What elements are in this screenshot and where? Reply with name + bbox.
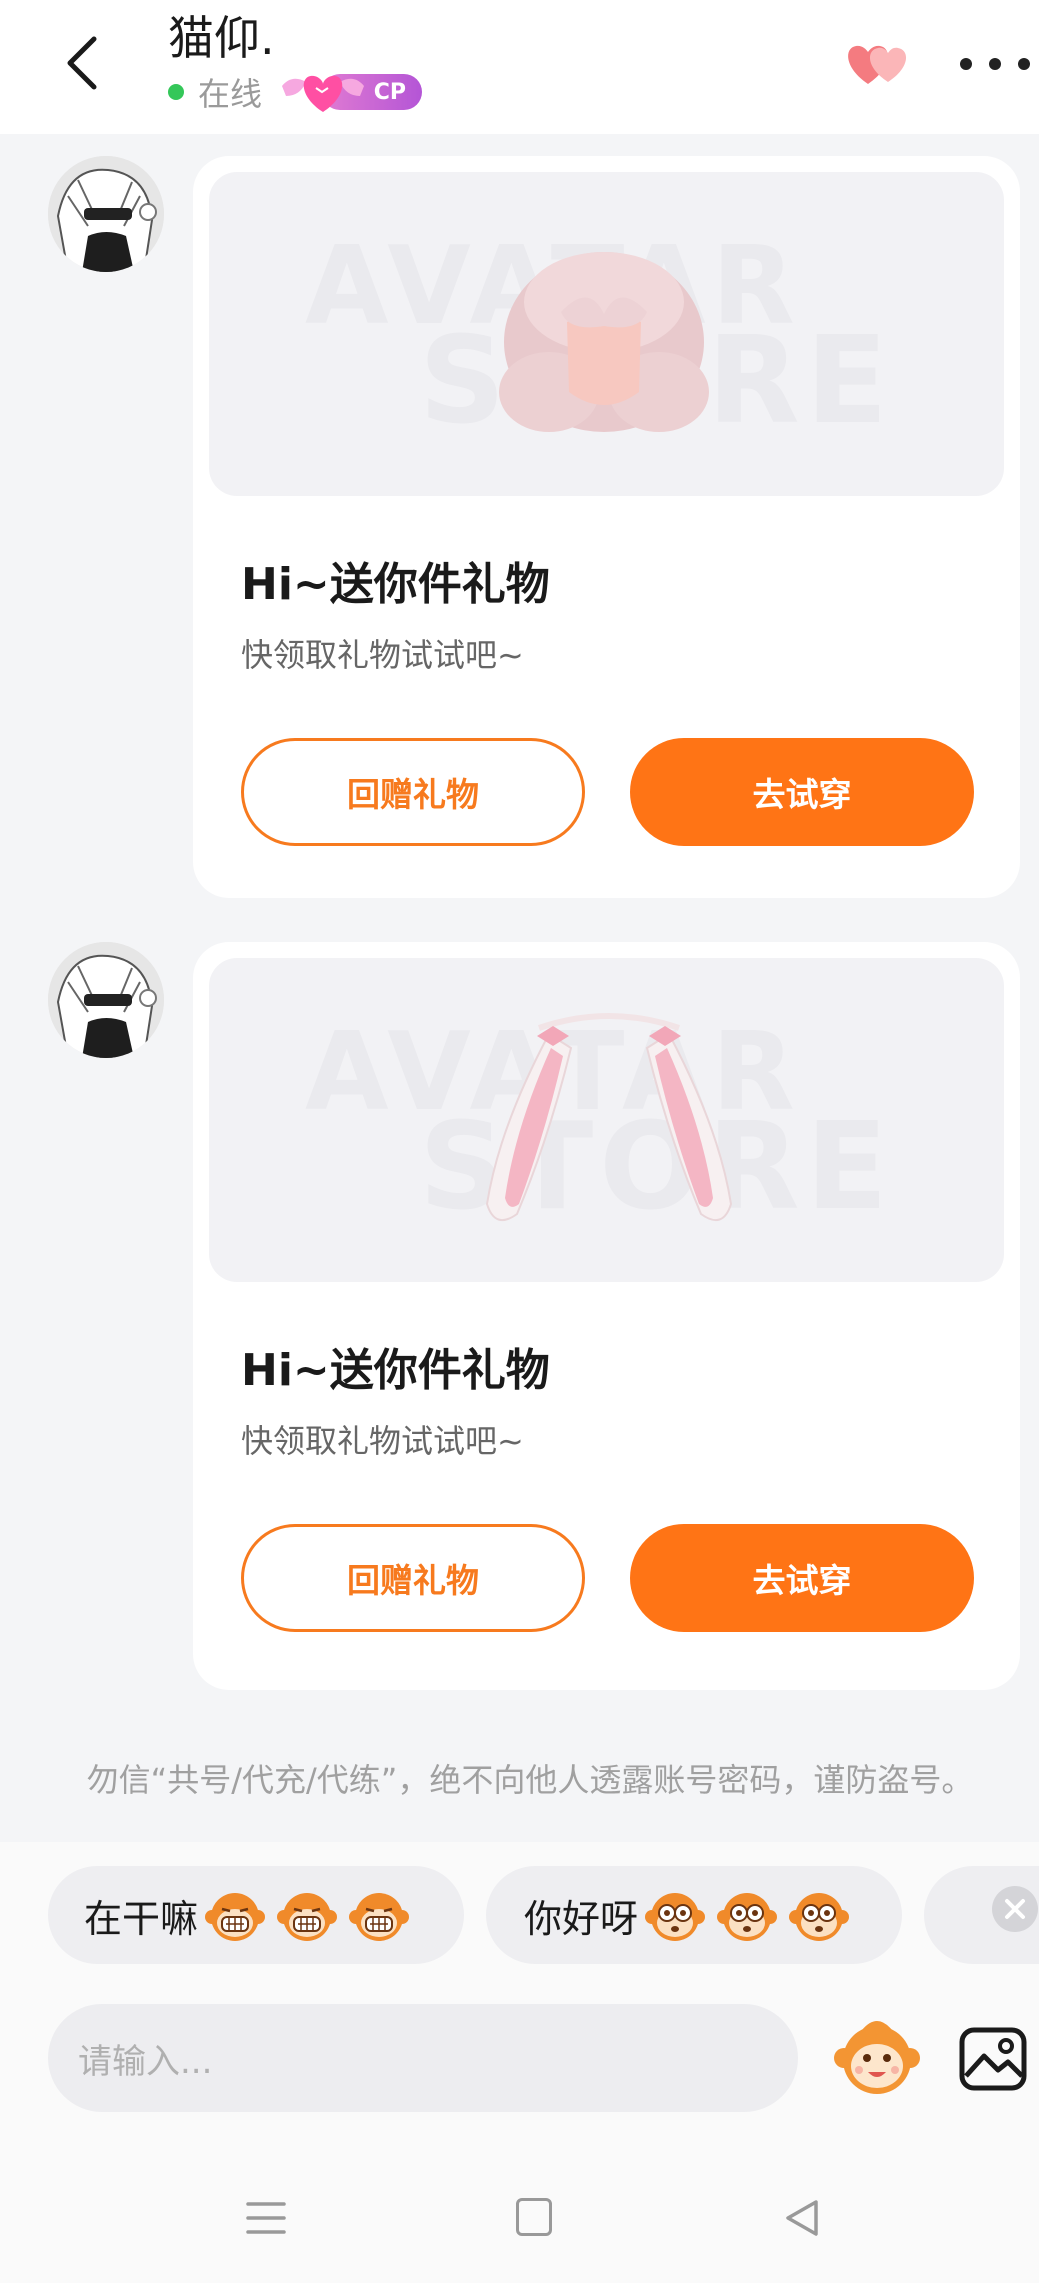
more-options-button[interactable] — [960, 44, 1030, 84]
cp-badge[interactable]: CP — [278, 70, 424, 114]
hearts-icon[interactable] — [838, 34, 918, 94]
anime-avatar-image — [48, 942, 164, 1058]
more-dot-icon — [989, 58, 1001, 70]
more-dot-icon — [1018, 58, 1030, 70]
back-button[interactable] — [52, 28, 112, 98]
gift-subtitle: 快领取礼物试试吧~ — [241, 1422, 524, 1460]
gift-preview[interactable]: AVATAR STORE — [209, 172, 1004, 496]
try-on-button[interactable]: 去试穿 — [630, 1524, 974, 1632]
image-icon[interactable] — [958, 2026, 1028, 2092]
gift-title: Hi~送你件礼物 — [241, 559, 550, 610]
return-gift-button[interactable]: 回赠礼物 — [241, 1524, 585, 1632]
more-dot-icon — [960, 58, 972, 70]
online-status: 在线 — [198, 75, 263, 113]
grinning-monkey-icon — [277, 1893, 338, 1941]
grinning-monkey-icon — [349, 1893, 410, 1941]
gift-preview[interactable]: AVATAR STORE — [209, 958, 1004, 1282]
gift-card: AVATAR STORE Hi~送你件礼物 快领取礼物试试吧~ 回赠礼物 去试穿 — [193, 942, 1020, 1690]
online-indicator — [168, 84, 184, 100]
quick-reply-chip[interactable]: 你好呀 — [486, 1866, 902, 1964]
quick-reply-text: 你好呀 — [524, 1896, 639, 1941]
hair-item-image — [499, 252, 709, 432]
close-quick-replies-button[interactable] — [992, 1886, 1038, 1932]
sender-avatar[interactable] — [48, 942, 164, 1058]
anime-avatar-image — [48, 156, 164, 272]
contact-name[interactable]: 猫仰. — [168, 8, 275, 68]
quick-reply-chip[interactable]: 在干嘛 — [48, 1866, 464, 1964]
chat-header: 猫仰. 在线 CP — [0, 0, 1039, 134]
system-navigation-bar — [0, 2160, 1039, 2283]
monkey-emoji-icon[interactable] — [832, 2010, 922, 2100]
bunny-ears-item-image — [485, 1013, 733, 1222]
message-input[interactable]: 请输入... — [48, 2004, 798, 2112]
home-icon[interactable] — [516, 2198, 552, 2236]
gift-title: Hi~送你件礼物 — [241, 1345, 550, 1396]
quick-replies: 在干嘛 你好呀 — [0, 1866, 1039, 1970]
security-notice: 勿信“共号/代充/代练”，绝不向他人透露账号密码，谨防盗号。 — [86, 1761, 974, 1799]
status-row: 在线 CP — [168, 70, 424, 114]
quick-reply-text: 在干嘛 — [84, 1896, 199, 1941]
return-gift-button[interactable]: 回赠礼物 — [241, 738, 585, 846]
gift-subtitle: 快领取礼物试试吧~ — [241, 636, 524, 674]
winged-heart-icon — [282, 75, 365, 112]
grinning-monkey-icon — [205, 1893, 266, 1941]
sender-avatar[interactable] — [48, 156, 164, 272]
menu-icon[interactable] — [246, 2200, 286, 2236]
wide-eyed-monkey-icon — [717, 1893, 778, 1941]
chevron-left-icon — [67, 36, 97, 90]
wide-eyed-monkey-icon — [645, 1893, 706, 1941]
close-icon — [1005, 1899, 1025, 1919]
gift-card: AVATAR STORE Hi~送你件礼物 快领取礼物试试吧~ 回赠礼物 去试穿 — [193, 156, 1020, 898]
try-on-button[interactable]: 去试穿 — [630, 738, 974, 846]
back-triangle-icon[interactable] — [782, 2198, 822, 2238]
wide-eyed-monkey-icon — [789, 1893, 850, 1941]
